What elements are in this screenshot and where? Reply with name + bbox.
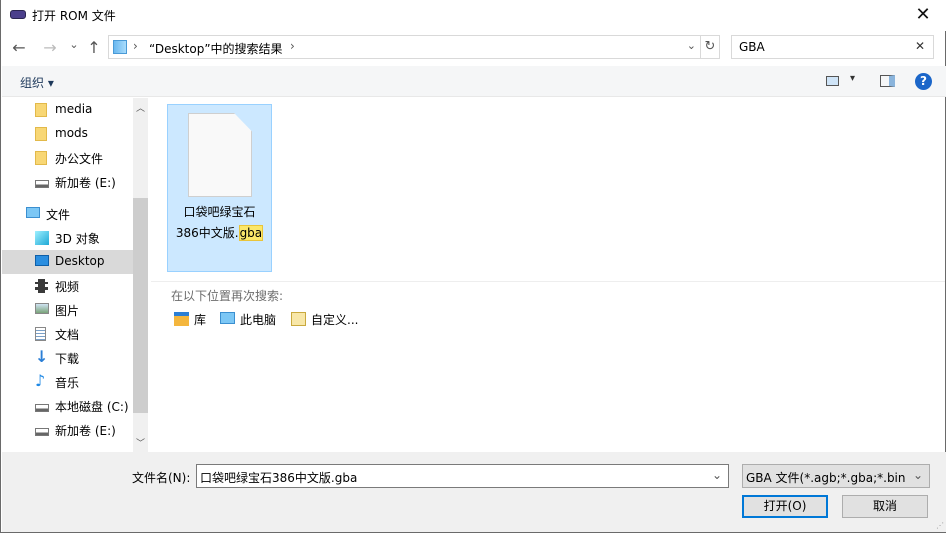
close-button[interactable]: ✕: [905, 0, 941, 30]
file-name: 口袋吧绿宝石 386中文版.gba: [175, 205, 264, 241]
sidebar-item-media[interactable]: media: [2, 98, 133, 122]
chevron-down-icon[interactable]: ⌄: [712, 468, 722, 482]
pictures-icon: [35, 303, 49, 314]
filename-value: 口袋吧绿宝石386中文版.gba: [200, 471, 358, 485]
music-icon: ♪: [35, 371, 46, 390]
breadcrumb-search-results[interactable]: “Desktop”中的搜索结果: [149, 40, 283, 57]
desktop-icon: [35, 255, 49, 266]
chevron-down-icon[interactable]: ⌄: [913, 468, 923, 482]
drive-icon: [35, 404, 49, 412]
download-icon: ↓: [35, 347, 49, 366]
documents-icon: [35, 327, 46, 341]
sidebar-item-drive-c[interactable]: 本地磁盘 (C:): [2, 394, 133, 418]
sidebar-item-music[interactable]: ♪ 音乐: [2, 370, 133, 394]
preview-pane-icon[interactable]: [880, 75, 895, 87]
folder-icon: [35, 127, 47, 141]
navigation-pane: media mods 办公文件 新加卷 (E:) 文件 3D 对象 Deskto…: [2, 98, 148, 452]
resize-grip-icon[interactable]: ⋰: [936, 521, 944, 530]
view-icon[interactable]: [826, 76, 839, 86]
sidebar-item-downloads[interactable]: ↓ 下载: [2, 346, 133, 370]
file-item[interactable]: 口袋吧绿宝石 386中文版.gba: [167, 104, 272, 272]
folder-icon: [35, 151, 47, 165]
breadcrumb-chevron[interactable]: ›: [133, 39, 138, 53]
sidebar-item-desktop[interactable]: Desktop: [2, 250, 133, 274]
open-button[interactable]: 打开(O): [742, 495, 828, 518]
navigation-scrollbar[interactable]: ︿ ﹀: [133, 98, 148, 452]
help-button[interactable]: ?: [915, 73, 932, 90]
window-title: 打开 ROM 文件: [32, 9, 116, 23]
file-icon: [188, 113, 252, 197]
app-icon: [10, 10, 26, 19]
library-icon: [174, 312, 189, 326]
sidebar-item-drive-e[interactable]: 新加卷 (E:): [2, 170, 133, 194]
location-icon: [113, 40, 127, 54]
sidebar-item-videos[interactable]: 视频: [2, 274, 133, 298]
search-input[interactable]: GBA ✕: [731, 35, 934, 59]
sidebar-item-documents[interactable]: 文档: [2, 322, 133, 346]
title-bar: 打开 ROM 文件 ✕: [1, 0, 946, 31]
search-match-highlight: gba: [238, 225, 264, 241]
folder-icon: [35, 103, 47, 117]
computer-icon: [26, 207, 40, 218]
dialog-footer: 文件名(N): 口袋吧绿宝石386中文版.gba ⌄ GBA 文件(*.agb;…: [2, 452, 946, 532]
video-icon: [35, 279, 48, 293]
filename-label: 文件名(N):: [132, 471, 191, 485]
scroll-up-icon[interactable]: ︿: [136, 101, 145, 114]
filename-input[interactable]: 口袋吧绿宝石386中文版.gba ⌄: [196, 464, 729, 488]
3d-objects-icon: [35, 231, 49, 245]
open-file-dialog: 打开 ROM 文件 ✕ ← → ⌄ ↑ › “Desktop”中的搜索结果 › …: [0, 0, 946, 533]
file-type-value: GBA 文件(*.agb;*.gba;*.bin;*.elf): [746, 471, 906, 485]
scrollbar-thumb[interactable]: [133, 198, 148, 413]
drive-icon: [35, 180, 49, 188]
breadcrumb-chevron[interactable]: ›: [290, 39, 295, 53]
search-value: GBA: [739, 40, 765, 54]
drive-icon: [35, 428, 49, 436]
refresh-button[interactable]: ↻: [701, 35, 720, 59]
search-again-label: 在以下位置再次搜索:: [171, 289, 284, 303]
up-button[interactable]: ↑: [85, 38, 103, 58]
cancel-button[interactable]: 取消: [842, 495, 928, 518]
toolbar: 组织 ▾ ▾ ?: [2, 66, 946, 97]
sidebar-item-3d-objects[interactable]: 3D 对象: [2, 226, 133, 250]
custom-location-icon: [291, 312, 306, 326]
sidebar-item-office-files[interactable]: 办公文件: [2, 146, 133, 170]
view-dropdown-button[interactable]: ▾: [850, 73, 855, 84]
divider: [151, 281, 945, 282]
clear-search-button[interactable]: ✕: [915, 39, 925, 53]
address-bar[interactable]: › “Desktop”中的搜索结果 › ⌄: [108, 35, 701, 59]
forward-button[interactable]: →: [41, 38, 59, 58]
sidebar-item-drive-e-2[interactable]: 新加卷 (E:): [2, 418, 133, 442]
file-type-select[interactable]: GBA 文件(*.agb;*.gba;*.bin;*.elf) ⌄: [742, 464, 930, 488]
scroll-down-icon[interactable]: ﹀: [136, 436, 145, 449]
address-dropdown-icon[interactable]: ⌄: [687, 39, 696, 52]
file-list: 口袋吧绿宝石 386中文版.gba 在以下位置再次搜索: 库 此电脑 自定义...: [151, 98, 945, 452]
sidebar-item-this-pc[interactable]: 文件: [2, 202, 133, 226]
sidebar-item-pictures[interactable]: 图片: [2, 298, 133, 322]
computer-icon: [220, 312, 235, 324]
back-button[interactable]: ←: [10, 38, 28, 58]
organize-button[interactable]: 组织 ▾: [20, 74, 54, 91]
recent-locations-button[interactable]: ⌄: [65, 38, 83, 58]
sidebar-item-mods[interactable]: mods: [2, 122, 133, 146]
